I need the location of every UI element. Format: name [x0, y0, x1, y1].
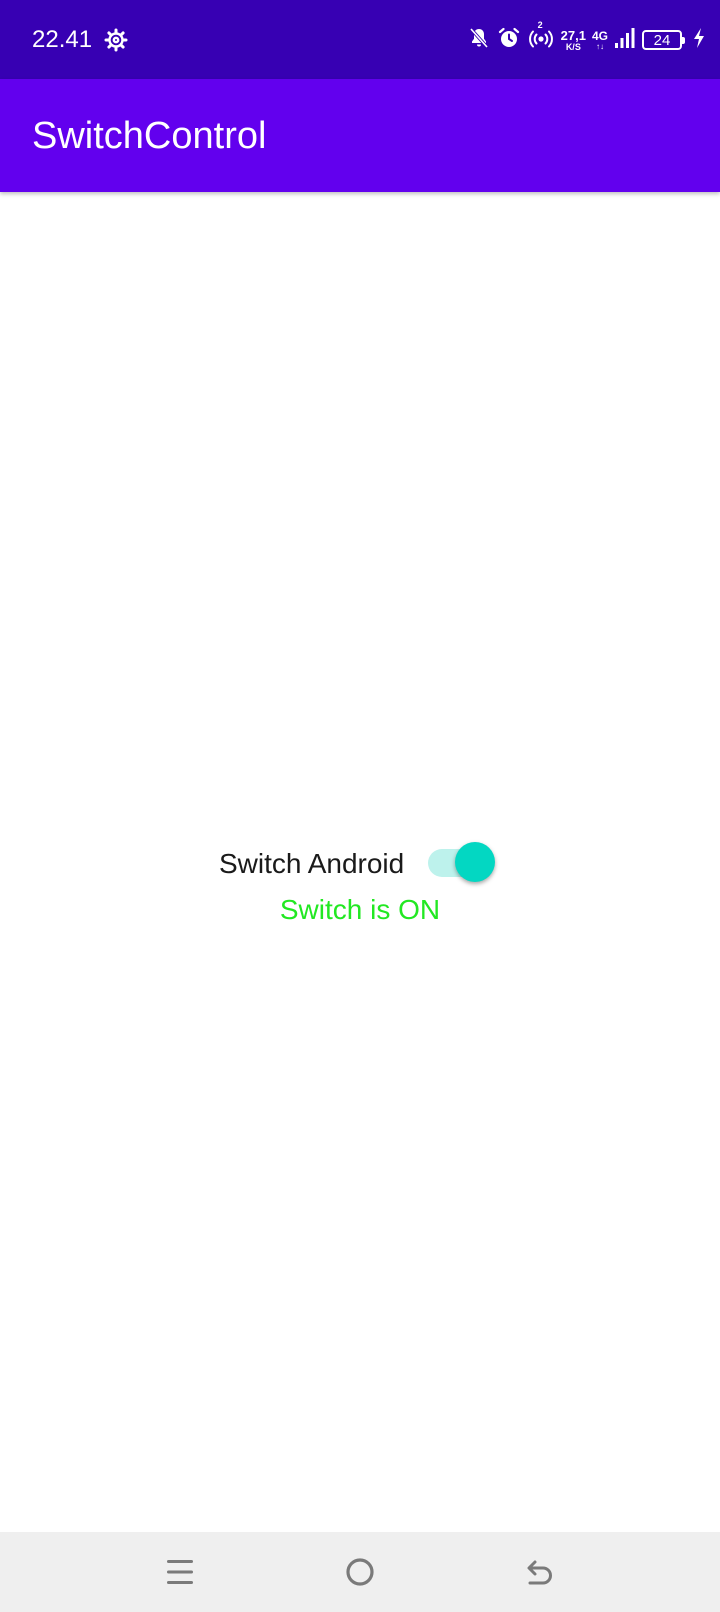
status-icons: 2 27,1 K/S 4G ↑↓ 24	[467, 20, 706, 58]
switch-label: Switch Android	[219, 848, 405, 879]
speed-unit: K/S	[565, 41, 581, 52]
status-bar: 22.41 2 27,1 K/S 4G ↑↓ 24	[0, 0, 720, 79]
home-icon	[346, 1558, 374, 1586]
speed-value: 27,1	[560, 27, 586, 43]
battery-level: 24	[653, 31, 671, 49]
network-arrows: ↑↓	[595, 41, 604, 51]
switch-thumb	[455, 842, 495, 882]
navigation-bar	[0, 1532, 720, 1612]
network-type-label: 4G	[591, 28, 608, 43]
switch-row: Switch Android	[0, 842, 720, 886]
app-title: SwitchControl	[32, 115, 267, 157]
app-bar: SwitchControl	[0, 79, 720, 192]
android-switch[interactable]	[428, 842, 496, 886]
hotspot-icon: 2	[527, 20, 555, 55]
back-icon	[527, 1560, 552, 1585]
battery-icon: 24	[642, 30, 685, 50]
network-speed: 27,1 K/S	[561, 29, 586, 52]
menu-button[interactable]	[158, 1550, 202, 1594]
status-time: 22.41	[32, 26, 93, 53]
back-button[interactable]	[518, 1550, 562, 1594]
home-button[interactable]	[338, 1550, 382, 1594]
network-type: 4G ↑↓	[592, 30, 608, 51]
switch-status-text: Switch is ON	[279, 894, 441, 925]
gear-icon	[104, 28, 128, 52]
hotspot-count: 2	[537, 19, 543, 30]
signal-icon	[614, 27, 636, 54]
charging-icon	[692, 27, 706, 54]
alarm-icon	[497, 26, 521, 55]
menu-icon	[167, 1560, 193, 1584]
bell-off-icon	[467, 26, 491, 55]
